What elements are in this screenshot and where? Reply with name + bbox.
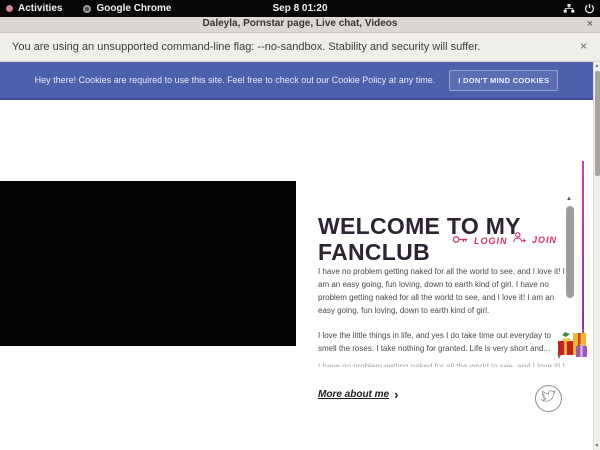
more-about-me-label: More about me [318, 389, 389, 400]
cookie-banner-message: Hey there! Cookies are required to use t… [35, 75, 436, 85]
inner-scrollbar-thumb[interactable] [566, 206, 574, 298]
power-icon[interactable] [584, 3, 595, 14]
browser-scrollbar[interactable]: ▲ ▼ [593, 62, 600, 450]
site-header: LOGO LOGIN JOIN [0, 100, 593, 181]
gift-arrow-icon[interactable]: ▾ [557, 352, 561, 361]
page-title: WELCOME TO MY FANCLUB [318, 213, 543, 265]
cookie-banner: Hey there! Cookies are required to use t… [0, 62, 593, 100]
twitter-button[interactable] [535, 385, 562, 412]
more-about-me-link[interactable]: More about me › [318, 389, 398, 400]
twitter-icon [541, 390, 556, 408]
window-titlebar[interactable]: Daleyla, Pornstar page, Live chat, Video… [0, 17, 600, 33]
clock[interactable]: Sep 8 01:20 [0, 0, 600, 17]
inner-scrollbar-up-icon[interactable]: ▲ [566, 196, 572, 202]
window-close-button[interactable]: × [587, 17, 593, 32]
video-player[interactable] [0, 181, 296, 346]
about-paragraph: I have no problem getting naked for all … [318, 265, 566, 318]
gnome-topbar: Activities Google Chrome Sep 8 01:20 [0, 0, 600, 17]
about-paragraph: I love the little things in life, and ye… [318, 329, 566, 357]
window-title: Daleyla, Pornstar page, Live chat, Video… [0, 18, 600, 29]
infobar-close-button[interactable]: × [580, 39, 587, 53]
scrollbar-thumb[interactable] [595, 71, 600, 176]
decorative-line [582, 161, 584, 333]
scrollbar-up-icon[interactable]: ▲ [594, 63, 600, 69]
about-paragraph-clipped: I have no problem getting naked for all … [318, 360, 566, 367]
scrollbar-down-icon[interactable]: ▼ [594, 443, 600, 449]
accept-cookies-button[interactable]: I DON'T MIND COOKIES [449, 70, 558, 91]
infobar-message: You are using an unsupported command-lin… [12, 41, 480, 53]
network-icon[interactable] [563, 3, 575, 14]
screen: Activities Google Chrome Sep 8 01:20 [0, 0, 600, 450]
chevron-right-icon: › [394, 390, 398, 400]
chrome-infobar: You are using an unsupported command-lin… [0, 33, 600, 62]
gifts-image[interactable] [556, 329, 593, 359]
